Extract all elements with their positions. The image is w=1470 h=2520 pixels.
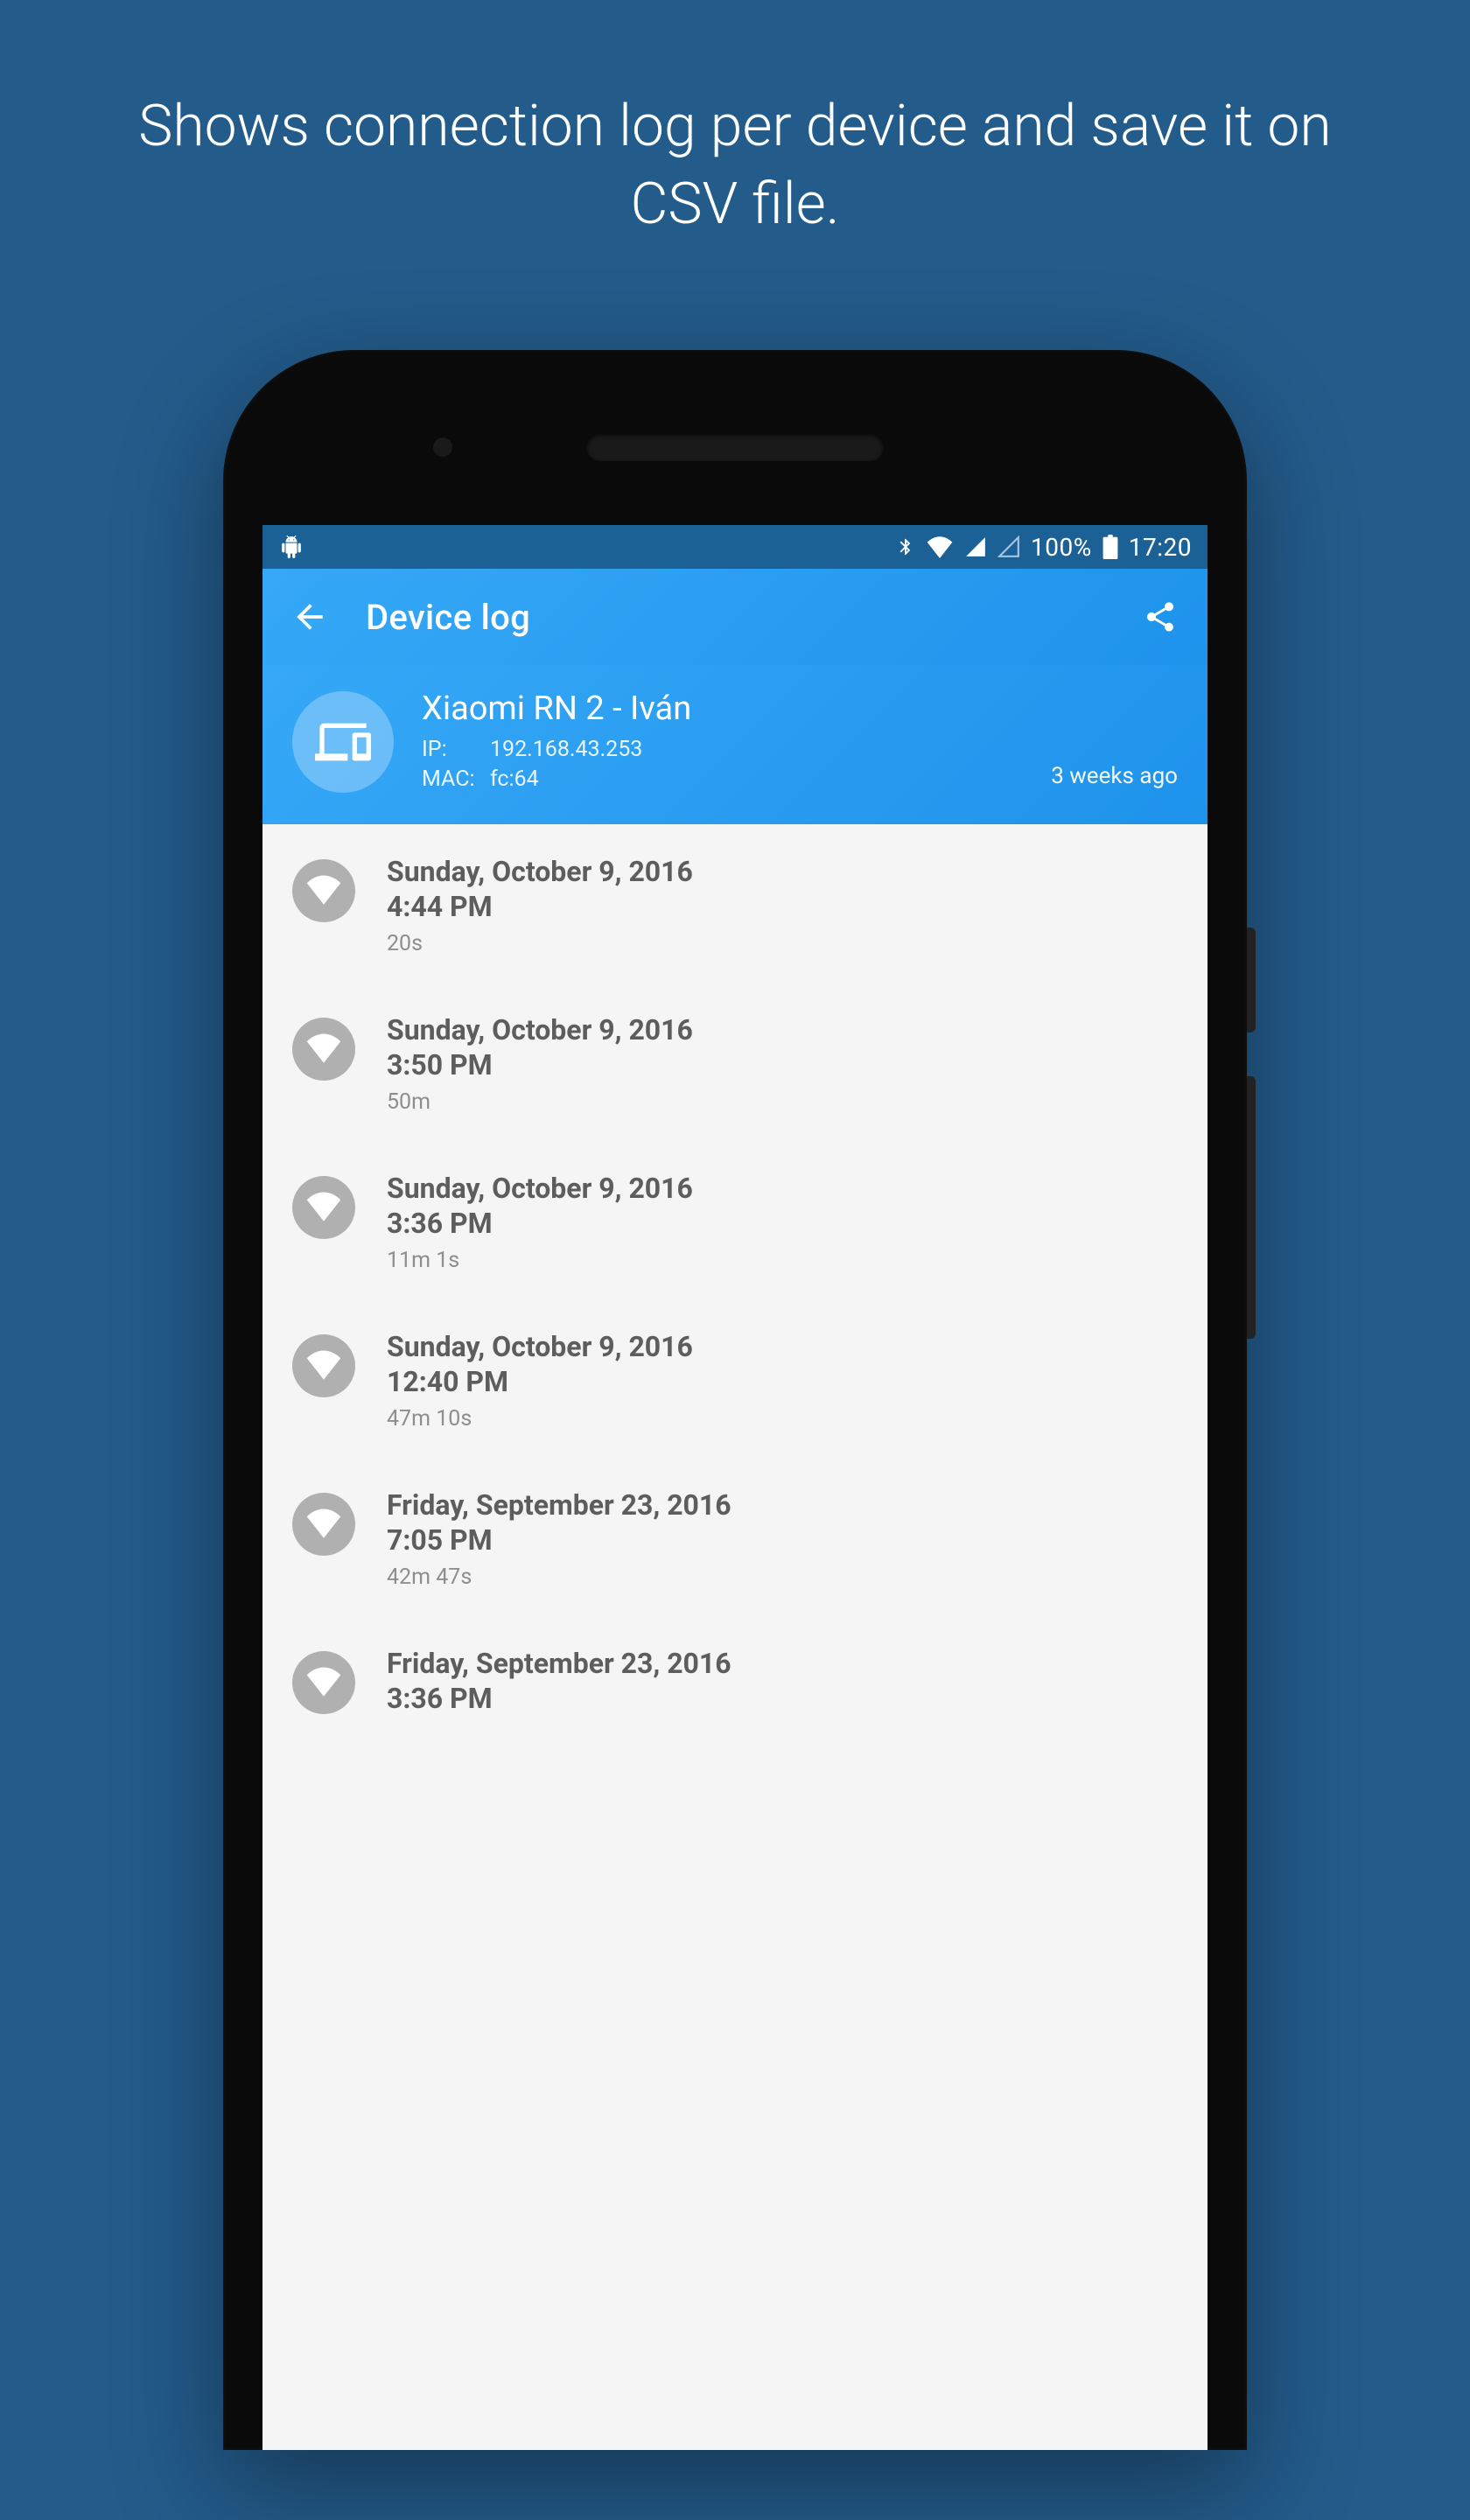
device-avatar [292,691,394,793]
cellular-signal-empty-icon [998,536,1020,558]
screen: 100% 17:20 Device log Xiaomi RN 2 [262,525,1208,2450]
battery-icon [1102,535,1118,559]
wifi-down-icon [292,1018,355,1081]
arrow-left-icon [290,598,329,636]
phone-volume-button [1247,1076,1256,1339]
wifi-down-icon [292,859,355,922]
device-header: Xiaomi RN 2 - Iván IP: 192.168.43.253 MA… [262,665,1208,824]
device-timestamp: 3 weeks ago [1051,763,1178,794]
device-name: Xiaomi RN 2 - Iván [422,690,1051,728]
share-icon [1143,599,1178,634]
devices-icon [315,714,371,770]
log-time: 4:44 PM [387,889,693,924]
log-item[interactable]: Sunday, October 9, 20163:50 PM 50m [262,983,1208,1141]
page-title: Device log [366,597,1138,638]
status-bar: 100% 17:20 [262,525,1208,569]
cellular-signal-icon [964,536,987,558]
log-date: Sunday, October 9, 2016 [387,1012,693,1047]
wifi-down-icon [292,1334,355,1397]
mac-label: MAC: [422,765,480,794]
device-info: Xiaomi RN 2 - Iván IP: 192.168.43.253 MA… [422,690,1051,794]
log-time: 3:36 PM [387,1206,693,1241]
log-date: Sunday, October 9, 2016 [387,1329,693,1364]
wifi-icon [926,536,954,558]
battery-percentage: 100% [1031,533,1092,562]
log-duration: 11m 1s [387,1248,693,1273]
phone-power-button [1247,928,1256,1032]
log-time: 12:40 PM [387,1364,693,1399]
phone-bezel-top [223,350,1247,525]
log-date: Sunday, October 9, 2016 [387,1171,693,1206]
back-button[interactable] [287,594,332,640]
log-list[interactable]: Sunday, October 9, 20164:44 PM20sSunday,… [262,824,1208,1749]
phone-frame: 100% 17:20 Device log Xiaomi RN 2 [223,350,1247,2450]
log-date: Friday, September 23, 2016 [387,1646,732,1681]
log-date: Sunday, October 9, 2016 [387,854,693,889]
bluetooth-icon [896,534,915,560]
wifi-down-icon [292,1651,355,1714]
phone-camera [433,438,452,457]
ip-value: 192.168.43.253 [490,735,642,765]
log-item[interactable]: Friday, September 23, 20167:05 PM 42m 47s [262,1458,1208,1616]
wifi-down-icon [292,1176,355,1239]
wifi-down-icon [292,1493,355,1556]
log-item[interactable]: Sunday, October 9, 20163:36 PM 11m 1s [262,1141,1208,1299]
log-item[interactable]: Friday, September 23, 20163:36 PM [262,1616,1208,1749]
log-date: Friday, September 23, 2016 [387,1488,732,1522]
log-duration: 20s [387,931,693,956]
promo-caption: Shows connection log per device and save… [0,0,1470,243]
mac-value: fc:64 [490,765,539,794]
app-bar: Device log [262,569,1208,665]
log-item[interactable]: Sunday, October 9, 201612:40 PM 47m 10s [262,1299,1208,1458]
log-duration: 50m [387,1089,693,1115]
log-time: 7:05 PM [387,1522,732,1558]
android-robot-icon [278,534,304,560]
log-duration: 42m 47s [387,1564,732,1590]
log-item[interactable]: Sunday, October 9, 20164:44 PM 20s [262,824,1208,983]
phone-speaker [586,433,884,461]
log-time: 3:50 PM [387,1047,693,1082]
share-button[interactable] [1138,594,1183,640]
ip-label: IP: [422,735,480,765]
log-duration: 47m 10s [387,1406,693,1432]
clock: 17:20 [1129,533,1192,562]
log-time: 3:36 PM [387,1681,732,1716]
